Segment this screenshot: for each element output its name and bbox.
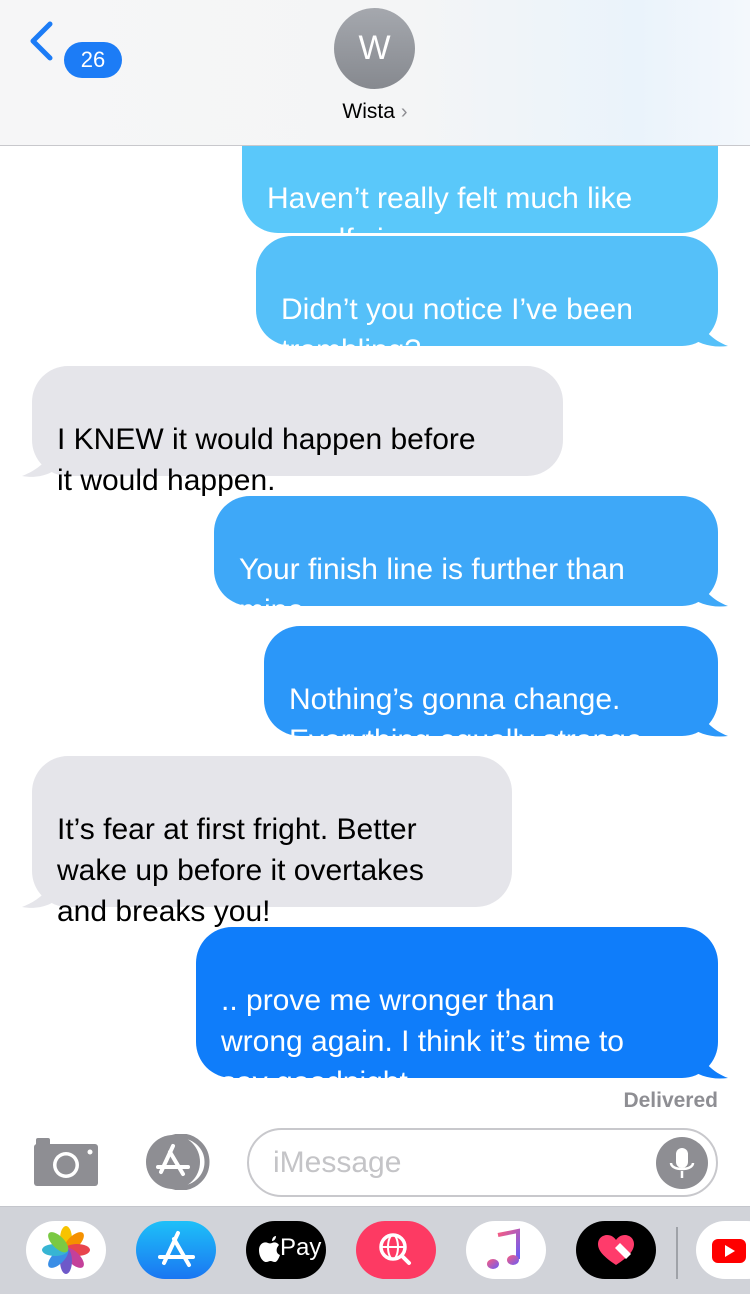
camera-icon[interactable] xyxy=(32,1134,100,1188)
app-store-button-icon[interactable] xyxy=(140,1134,212,1190)
apple-pay-label: Pay xyxy=(280,1234,322,1261)
message-bubble-sent[interactable]: Your finish line is further than mine... xyxy=(214,496,718,627)
message-text: I KNEW it would happen before it would h… xyxy=(57,423,476,497)
globe-search-icon xyxy=(379,1233,411,1265)
message-text: .. prove me wronger than wrong again. I … xyxy=(221,984,624,1099)
message-text: Nothing’s gonna change. Everything equal… xyxy=(289,683,643,757)
contact-name-button[interactable]: Wista › xyxy=(0,100,750,124)
microphone-icon xyxy=(669,1148,695,1178)
app-image-search[interactable] xyxy=(356,1221,436,1279)
microphone-button[interactable] xyxy=(656,1137,708,1189)
app-drawer-divider xyxy=(676,1227,678,1279)
chevron-right-icon: › xyxy=(400,101,408,123)
photos-icon xyxy=(42,1226,90,1274)
back-button[interactable]: 26 xyxy=(18,18,122,78)
contact-name: Wista xyxy=(342,100,395,123)
youtube-icon xyxy=(712,1239,746,1263)
app-app-store[interactable] xyxy=(136,1221,216,1279)
music-note-icon xyxy=(487,1228,520,1269)
contact-avatar[interactable]: W xyxy=(334,8,415,89)
message-text: Didn’t you notice I’ve been trembling? xyxy=(281,293,633,367)
app-apple-pay[interactable]: Pay xyxy=(246,1221,326,1279)
message-bubble-sent[interactable]: Didn’t you notice I’ve been trembling? xyxy=(256,236,718,367)
app-digital-touch[interactable] xyxy=(576,1221,656,1279)
message-bubble-received[interactable]: I KNEW it would happen before it would h… xyxy=(32,366,563,497)
heart-touch-icon xyxy=(598,1235,634,1265)
message-text: It’s fear at first fright. Better wake u… xyxy=(57,813,424,928)
unread-count-badge: 26 xyxy=(64,42,122,78)
app-youtube[interactable] xyxy=(696,1221,750,1279)
app-store-icon xyxy=(158,1231,195,1267)
message-text: Your finish line is further than mine... xyxy=(239,553,625,627)
message-input-placeholder: iMessage xyxy=(273,1146,402,1179)
app-music[interactable] xyxy=(466,1221,546,1279)
delivery-status: Delivered xyxy=(623,1089,718,1112)
message-bubble-sent[interactable]: Nothing’s gonna change. Everything equal… xyxy=(264,626,718,757)
app-photos[interactable] xyxy=(26,1221,106,1279)
conversation-header: 26 W Wista › xyxy=(0,0,750,146)
message-input[interactable]: iMessage xyxy=(247,1128,718,1197)
app-drawer: Pay xyxy=(0,1206,750,1294)
message-bubble-received[interactable]: It’s fear at first fright. Better wake u… xyxy=(32,756,512,928)
chevron-left-icon xyxy=(30,21,53,61)
message-bubble-sent[interactable]: .. prove me wronger than wrong again. I … xyxy=(196,927,718,1099)
